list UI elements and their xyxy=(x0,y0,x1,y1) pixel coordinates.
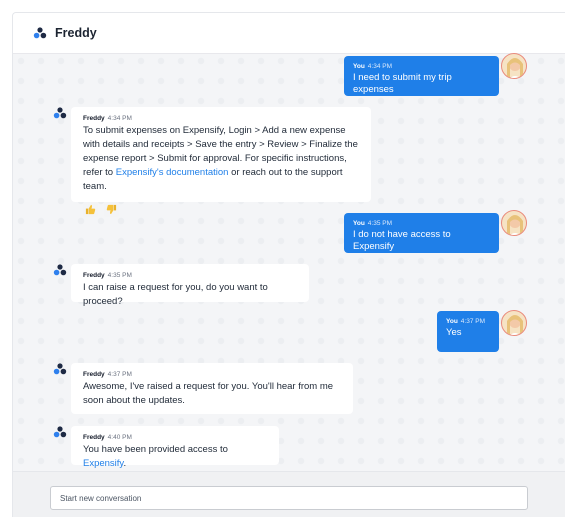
user-message: You 4:37 PM Yes xyxy=(437,311,499,352)
thumbs-down-button[interactable] xyxy=(104,202,119,217)
user-avatar xyxy=(501,53,527,79)
message-time: 4:40 PM xyxy=(107,434,132,441)
user-message: You 4:34 PM I need to submit my trip expe… xyxy=(344,56,499,96)
chat-window: Freddy You 4:34 PM I need to submit my tr… xyxy=(12,12,565,517)
message-text: Yes xyxy=(446,327,462,338)
sender-name: You xyxy=(353,63,365,70)
user-avatar xyxy=(501,210,527,236)
chat-title: Freddy xyxy=(55,26,97,40)
thumbs-down-icon xyxy=(106,204,117,215)
message-text: You have been provided access to Expensi… xyxy=(83,443,267,471)
composer-bar xyxy=(13,471,565,517)
thumbs-up-button[interactable] xyxy=(83,202,98,217)
message-text: Awesome, I've raised a request for you. … xyxy=(83,381,334,406)
message-text: I can raise a request for you, do you wa… xyxy=(83,282,268,307)
sender-name: Freddy xyxy=(83,371,105,378)
bot-message: Freddy 4:37 PM Awesome, I've raised a req… xyxy=(71,363,353,414)
message-time: 4:34 PM xyxy=(367,63,393,70)
message-time: 4:35 PM xyxy=(107,272,132,279)
message-text-part: You have been provided access to xyxy=(83,444,228,455)
message-text: I need to submit my trip expenses xyxy=(353,72,452,95)
message-time: 4:37 PM xyxy=(107,371,132,378)
freddy-avatar-icon xyxy=(53,426,67,438)
expensify-link[interactable]: Expensify xyxy=(83,458,123,469)
sender-name: You xyxy=(353,220,365,227)
user-message: You 4:35 PM I do not have access to Expen… xyxy=(344,213,499,253)
bot-message: Freddy 4:40 PM You have been provided acc… xyxy=(71,426,279,469)
chat-header: Freddy xyxy=(13,13,565,54)
message-text-part: . xyxy=(123,458,127,469)
freddy-logo-icon xyxy=(33,27,47,39)
message-time: 4:35 PM xyxy=(367,220,393,227)
sender-name: Freddy xyxy=(83,115,105,122)
freddy-avatar-icon xyxy=(53,107,67,119)
bot-message: Freddy 4:34 PM To submit expenses on Expe… xyxy=(71,107,371,217)
user-avatar xyxy=(501,310,527,336)
feedback-buttons xyxy=(83,202,359,217)
freddy-avatar-icon xyxy=(53,363,67,375)
expensify-docs-link[interactable]: Expensify's documentation xyxy=(116,167,229,178)
new-conversation-input[interactable] xyxy=(50,486,528,510)
freddy-avatar-icon xyxy=(53,264,67,276)
message-text: I do not have access to Expensify xyxy=(353,229,451,252)
sender-name: You xyxy=(446,318,458,325)
message-time: 4:34 PM xyxy=(107,115,132,122)
message-time: 4:37 PM xyxy=(460,318,486,325)
sender-name: Freddy xyxy=(83,434,105,441)
bot-message: Freddy 4:35 PM I can raise a request for … xyxy=(71,264,309,307)
message-text: To submit expenses on Expensify, Login >… xyxy=(83,124,359,194)
sender-name: Freddy xyxy=(83,272,105,279)
thumbs-up-icon xyxy=(85,204,96,215)
